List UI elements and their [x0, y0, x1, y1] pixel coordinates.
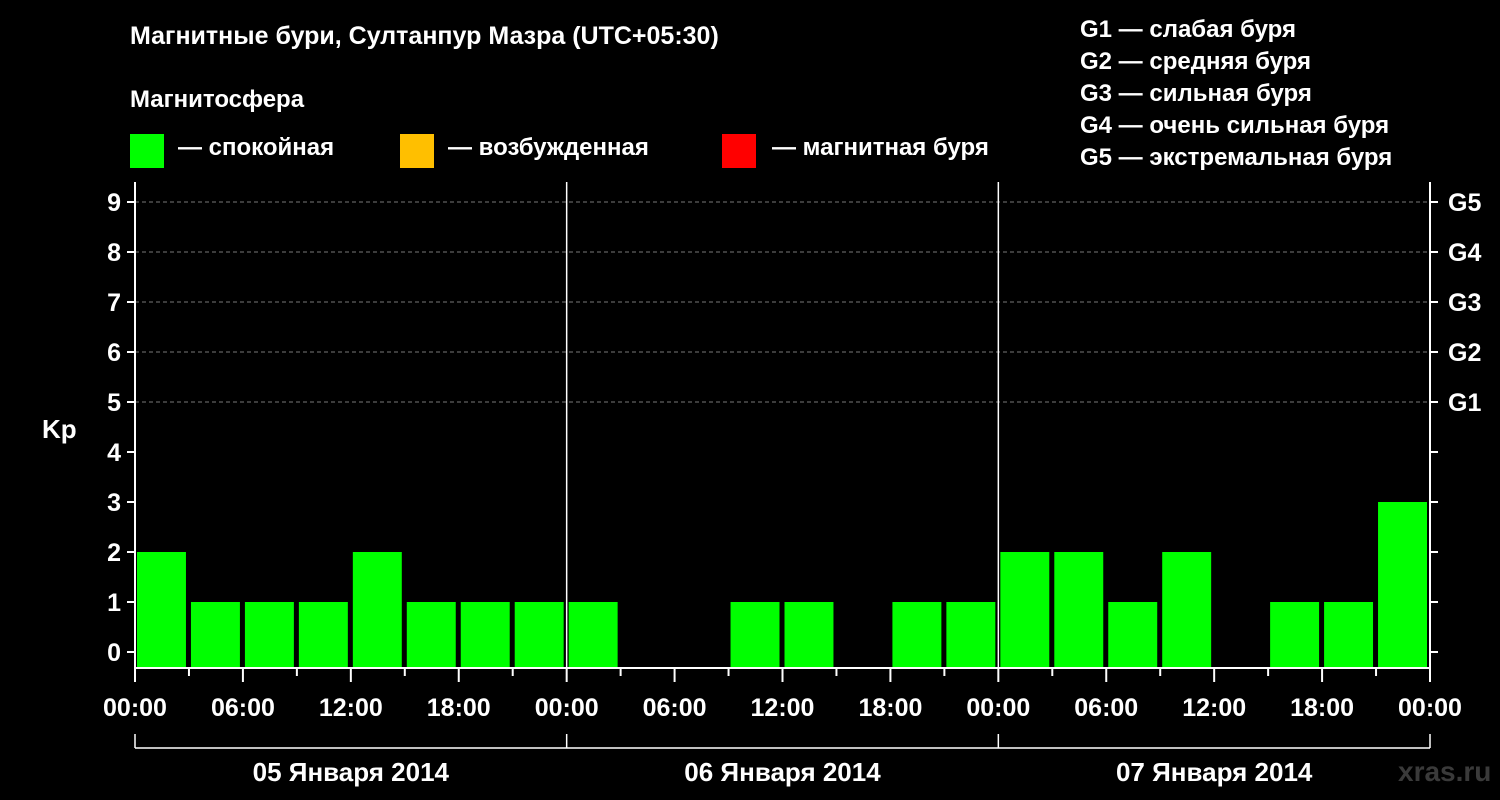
y-tick-label-8: 8 [107, 239, 121, 267]
bar-05-01-00-00 [137, 552, 186, 668]
x-tick-label: 18:00 [1290, 694, 1354, 722]
day-label: 06 Января 2014 [684, 757, 881, 787]
bar-05-01-18-00 [460, 602, 510, 668]
x-tick-label: 00:00 [1398, 694, 1462, 722]
x-tick-label: 06:00 [211, 694, 275, 722]
bar-05-01-09-00 [298, 602, 348, 668]
y-tick-label-5: 5 [107, 389, 121, 417]
watermark: xras.ru [1398, 756, 1492, 787]
bar-06-01-21-00 [946, 602, 996, 668]
y-tick-label-0: 0 [107, 639, 121, 667]
y-tick-label-6: 6 [107, 339, 121, 367]
bar-06-01-12-00 [784, 602, 834, 668]
bar-06-01-09-00 [730, 602, 780, 668]
bar-07-01-00-00 [1000, 552, 1050, 668]
bar-06-01-00-00 [568, 602, 618, 668]
storm-level-label-G4: G4 [1448, 239, 1481, 267]
day-label: 07 Января 2014 [1116, 757, 1313, 787]
x-tick-label: 18:00 [427, 694, 491, 722]
x-tick-label: 00:00 [535, 694, 599, 722]
bar-06-01-18-00 [892, 602, 942, 668]
bar-07-01-09-00 [1162, 552, 1212, 668]
day-label: 05 Января 2014 [253, 757, 450, 787]
x-tick-label: 06:00 [643, 694, 707, 722]
x-tick-label: 12:00 [319, 694, 383, 722]
storm-level-label-G2: G2 [1448, 339, 1481, 367]
x-tick-label: 06:00 [1074, 694, 1138, 722]
y-tick-label-1: 1 [107, 589, 121, 617]
y-tick-label-3: 3 [107, 489, 121, 517]
y-axis-title: Kp [42, 414, 77, 444]
bar-07-01-15-00 [1270, 602, 1320, 668]
storm-level-label-G3: G3 [1448, 289, 1481, 317]
bar-05-01-06-00 [244, 602, 294, 668]
bar-05-01-21-00 [514, 602, 564, 668]
storm-level-label-G1: G1 [1448, 389, 1481, 417]
y-tick-label-7: 7 [107, 289, 121, 317]
bar-05-01-15-00 [406, 602, 456, 668]
x-tick-label: 12:00 [1182, 694, 1246, 722]
y-tick-label-2: 2 [107, 539, 121, 567]
bar-07-01-18-00 [1324, 602, 1374, 668]
kp-bar-chart: 0 1 2 3 4 5 6 7 8 9 G1 G2 G3 G4 G5 Kp 00:00 06:00 12:00 18:… [42, 182, 1481, 787]
x-tick-label: 18:00 [858, 694, 922, 722]
storm-level-label-G5: G5 [1448, 189, 1481, 217]
y-tick-label-9: 9 [107, 189, 121, 217]
bar-07-01-06-00 [1108, 602, 1158, 668]
bar-05-01-03-00 [190, 602, 240, 668]
x-tick-label: 12:00 [751, 694, 815, 722]
y-tick-label-4: 4 [107, 439, 121, 467]
bar-07-01-03-00 [1054, 552, 1104, 668]
bar-07-01-21-00 [1378, 502, 1427, 668]
bar-05-01-12-00 [352, 552, 402, 668]
x-tick-label: 00:00 [103, 694, 167, 722]
x-tick-label: 00:00 [966, 694, 1030, 722]
